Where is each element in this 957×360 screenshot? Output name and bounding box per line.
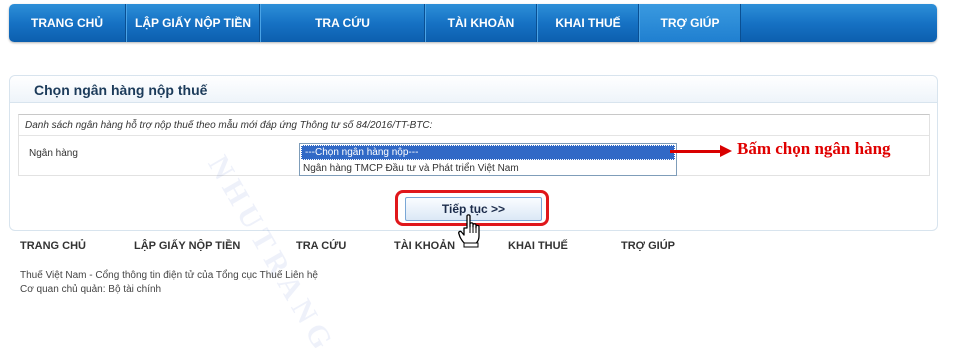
footer-link-trang-chu[interactable]: TRANG CHỦ bbox=[20, 240, 86, 252]
panel-header: Chọn ngân hàng nộp thuế bbox=[10, 76, 937, 103]
footer-owner: Cơ quan chủ quản: Bộ tài chính bbox=[20, 284, 162, 295]
bank-listbox[interactable]: ---Chọn ngân hàng nộp--- Ngân hàng TMCP … bbox=[299, 143, 677, 176]
tab-lap-giay-nop-tien[interactable]: LẬP GIẤY NỘP TIỀN bbox=[126, 4, 260, 42]
top-nav: TRANG CHỦ LẬP GIẤY NỘP TIỀN TRA CỨU TÀI … bbox=[9, 4, 937, 42]
hand-pointer-icon bbox=[458, 214, 480, 248]
panel-title: Chọn ngân hàng nộp thuế bbox=[34, 82, 208, 98]
tab-khai-thue[interactable]: KHAI THUẾ bbox=[537, 4, 639, 42]
annotation-text: Bấm chọn ngân hàng bbox=[737, 139, 891, 158]
tab-tro-giup[interactable]: TRỢ GIÚP bbox=[639, 4, 741, 42]
tab-trang-chu[interactable]: TRANG CHỦ bbox=[9, 4, 126, 42]
footer-link-tro-giup[interactable]: TRỢ GIÚP bbox=[621, 240, 675, 252]
footer-link-khai-thue[interactable]: KHAI THUẾ bbox=[508, 240, 568, 252]
footer-info: Thuế Việt Nam - Cổng thông tin điện tử c… bbox=[20, 270, 318, 281]
bank-option-placeholder[interactable]: ---Chọn ngân hàng nộp--- bbox=[301, 145, 675, 160]
footer-link-tra-cuu[interactable]: TRA CỨU bbox=[296, 240, 346, 252]
divider bbox=[19, 135, 929, 136]
bank-label: Ngân hàng bbox=[29, 148, 78, 159]
tab-tai-khoan[interactable]: TÀI KHOẢN bbox=[425, 4, 537, 42]
tab-tra-cuu[interactable]: TRA CỨU bbox=[260, 4, 425, 42]
bank-option-bidv[interactable]: Ngân hàng TMCP Đầu tư và Phát triển Việt… bbox=[300, 161, 676, 176]
arrow-right-icon bbox=[670, 150, 722, 153]
bank-notice: Danh sách ngân hàng hỗ trợ nộp thuế theo… bbox=[25, 120, 433, 131]
arrow-head-icon bbox=[720, 145, 732, 157]
footer-link-tai-khoan[interactable]: TÀI KHOẢN bbox=[394, 240, 455, 252]
footer-link-lap-giay-nop-tien[interactable]: LẬP GIẤY NỘP TIỀN bbox=[134, 240, 240, 252]
